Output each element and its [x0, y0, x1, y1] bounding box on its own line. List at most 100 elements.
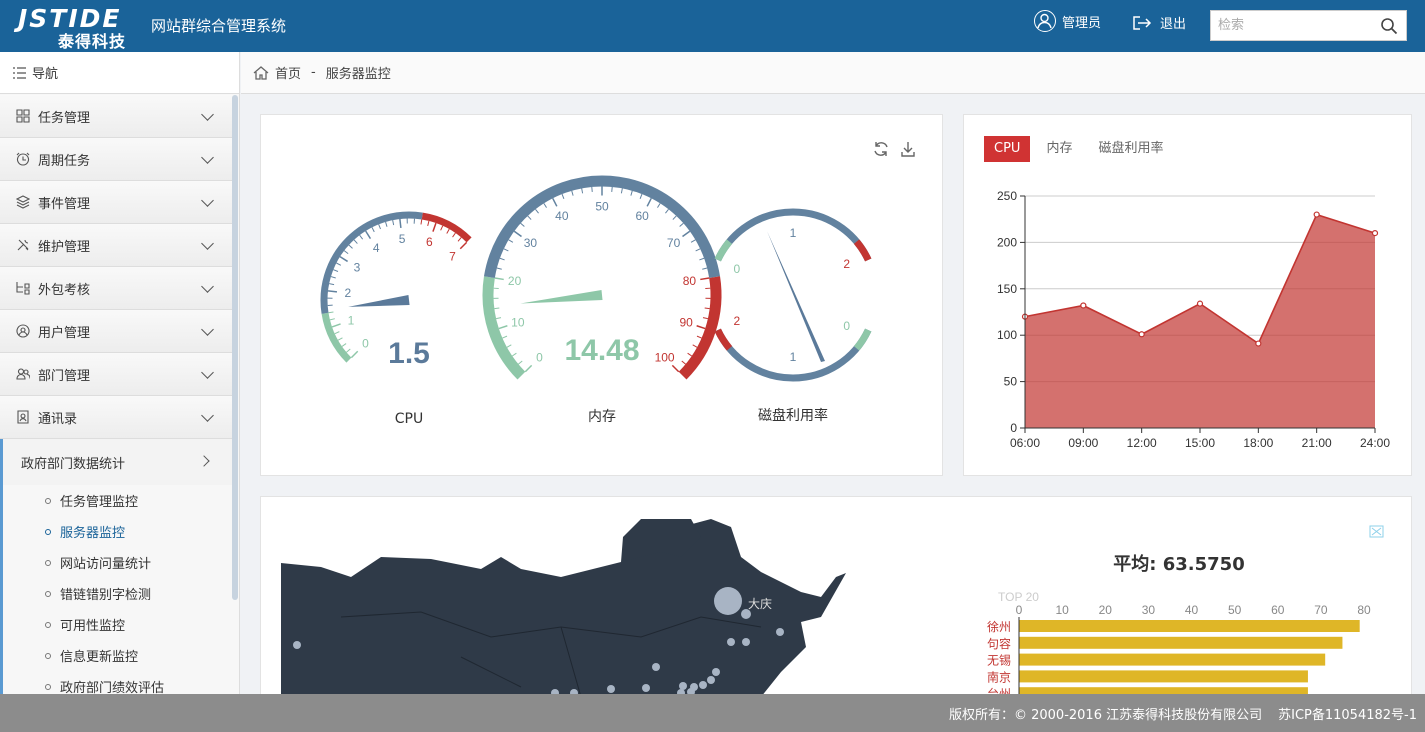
chevron-down-icon [201, 151, 214, 164]
map-dot[interactable] [714, 587, 742, 615]
map-dot[interactable] [742, 638, 750, 646]
bar[interactable] [1019, 670, 1308, 683]
logout-button[interactable]: 退出 [1132, 13, 1186, 32]
map-dot[interactable] [707, 676, 715, 684]
trend-panel: CPU 内存 磁盘利用率 0 50 100 150 200 250 06:00 09:00 12:0… [963, 114, 1412, 476]
gauge-tick [353, 239, 358, 244]
refresh-icon[interactable] [874, 142, 888, 156]
nav-header[interactable]: 导航 [0, 52, 239, 94]
bar[interactable] [1019, 620, 1360, 632]
y-tick-label: 0 [1010, 421, 1017, 435]
category-label: 南京 [987, 669, 1011, 684]
gauge-tick [341, 343, 347, 347]
bullet-icon [45, 559, 51, 566]
category-label: 徐州 [987, 619, 1011, 634]
sidebar-sub-item-2[interactable]: 服务器监控 [3, 516, 232, 547]
gauge-tick [699, 257, 705, 261]
sidebar-item-1[interactable]: 任务管理 [0, 95, 232, 138]
bullet-icon [45, 590, 51, 597]
data-point[interactable] [1255, 340, 1262, 347]
area-fill [1025, 214, 1375, 428]
sidebar-sub-item-7[interactable]: 政府部门绩效评估 [3, 671, 232, 694]
map-dot[interactable] [727, 638, 735, 646]
gauge-tick [498, 325, 508, 330]
admin-button[interactable]: 管理员 [1034, 10, 1101, 32]
footer-icp[interactable]: 苏ICP备11054182号-1 [1278, 704, 1417, 723]
gauge-tick-label: 1 [348, 313, 355, 327]
gauge-tick [630, 190, 633, 196]
gauge-tick [524, 364, 533, 373]
bar-chart-subtitle: TOP 20 [998, 590, 1039, 604]
gauge-tick-label: 5 [399, 232, 406, 246]
gauge-tick [494, 307, 500, 310]
gauge-tick [702, 317, 708, 320]
gauge-tick [527, 215, 532, 220]
x-tick-label: 20 [1099, 603, 1113, 617]
sidebar-item-6[interactable]: 用户管理 [0, 310, 232, 353]
map-dot[interactable] [607, 685, 615, 693]
gauge-tick-label: 0 [536, 351, 543, 365]
data-point[interactable] [1196, 300, 1204, 307]
sidebar-sub-item-5[interactable]: 可用性监控 [3, 609, 232, 640]
search-input[interactable] [1211, 11, 1371, 40]
breadcrumb-home[interactable]: 首页 [275, 63, 301, 82]
home-icon[interactable] [253, 65, 269, 80]
data-point[interactable] [1138, 331, 1145, 338]
sidebar-sub-item-6[interactable]: 信息更新监控 [3, 640, 232, 671]
sidebar-item-5[interactable]: 外包考核 [0, 267, 232, 310]
sidebar-sub-item-3[interactable]: 网站访问量统计 [3, 547, 232, 578]
sidebar-item-7[interactable]: 部门管理 [0, 353, 232, 396]
restore-icon[interactable] [1369, 525, 1384, 538]
restore-icon-cross [1371, 527, 1382, 536]
bar[interactable] [1019, 653, 1326, 666]
admin-label: 管理员 [1062, 15, 1102, 31]
sidebar-sub-item-label: 网站访问量统计 [60, 557, 152, 572]
bar[interactable] [1019, 636, 1343, 649]
sidebar-scrollbar[interactable] [232, 95, 238, 600]
sidebar-item-2[interactable]: 周期任务 [0, 138, 232, 181]
download-icon[interactable] [901, 142, 915, 157]
chevron-down-icon [201, 366, 214, 379]
gauge-tick [571, 190, 574, 196]
gauge-tick [343, 250, 349, 255]
logo[interactable]: JSTIDE 泰得科技 [18, 4, 136, 51]
sidebar-item-label: 维护管理 [38, 239, 91, 255]
grid-icon [16, 109, 30, 123]
sidebar-sub-item-4[interactable]: 错链错别字检测 [3, 578, 232, 609]
map-dot[interactable] [699, 681, 707, 689]
gauge-tick [371, 227, 375, 233]
gauge-chart: 012345 671.5CPU010203040506070809010014.4… [320, 142, 915, 427]
gauge-tick [496, 267, 502, 270]
data-point[interactable] [1313, 211, 1320, 218]
x-tick-label: 09:00 [1068, 436, 1098, 450]
x-tick-label: 18:00 [1243, 436, 1273, 450]
map-dot[interactable] [293, 641, 301, 649]
gauge-needle [348, 295, 410, 307]
map-dot[interactable] [642, 684, 650, 692]
sidebar-sub-item-1[interactable]: 任务管理监控 [3, 485, 232, 516]
data-point[interactable] [1080, 302, 1087, 309]
chevron-down-icon [201, 108, 214, 121]
gauge-tick [359, 234, 364, 240]
user-icon [16, 324, 30, 338]
sidebar-sub-item-label: 错链错别字检测 [60, 588, 152, 603]
gauge-tick [494, 277, 504, 281]
gauge-tick [696, 325, 706, 330]
search-box [1210, 10, 1407, 41]
sidebar-item-8[interactable]: 通讯录 [0, 396, 232, 439]
bullet-icon [45, 683, 51, 690]
map-dot[interactable] [712, 668, 720, 676]
gauge-tick [682, 230, 691, 238]
map-dot[interactable] [679, 682, 687, 690]
sidebar-group-header[interactable]: 政府部门数据统计 [0, 439, 232, 485]
search-icon[interactable] [1380, 17, 1398, 35]
gauge-arc-segment [853, 328, 872, 351]
sidebar-item-3[interactable]: 事件管理 [0, 181, 232, 224]
map-dot[interactable] [652, 663, 660, 671]
footer: 版权所有：© 2000-2016 江苏泰得科技股份有限公司 苏ICP备11054… [0, 694, 1425, 732]
gauge-tick [700, 277, 710, 281]
gauge-tick [696, 335, 702, 339]
data-point[interactable] [1371, 230, 1379, 237]
map-dot[interactable] [776, 628, 784, 636]
sidebar-item-4[interactable]: 维护管理 [0, 224, 232, 267]
